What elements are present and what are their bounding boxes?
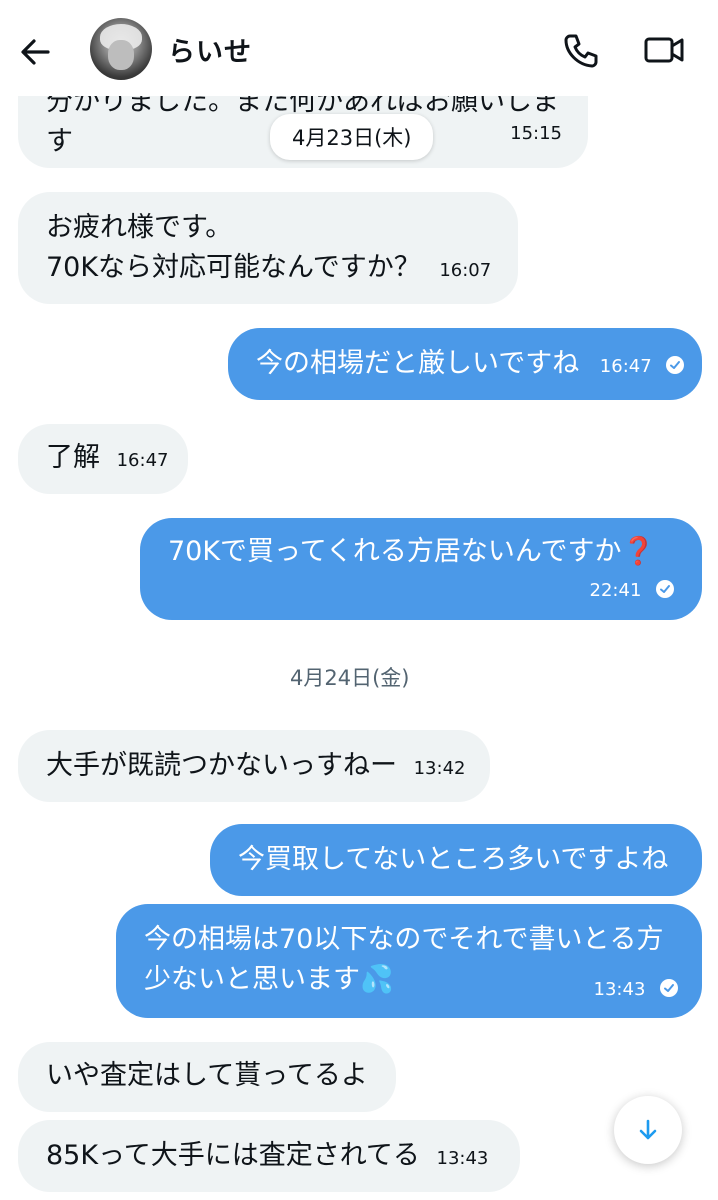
video-call-button[interactable] — [642, 28, 686, 72]
question-mark-emoji: ❓ — [621, 536, 656, 567]
message-time: 16:07 — [439, 260, 492, 281]
contact-name[interactable]: らいせ — [168, 30, 252, 69]
message-text: 少ないと思います — [144, 964, 360, 995]
message-incoming[interactable]: 了解 16:47 — [18, 424, 188, 494]
video-camera-icon — [644, 37, 684, 63]
arrow-down-icon — [639, 1119, 657, 1140]
message-time: 13:43 — [593, 979, 646, 1000]
call-button[interactable] — [558, 28, 602, 72]
message-outgoing[interactable]: 今買取してないところ多いですよね — [210, 824, 702, 896]
message-text: 70Kなら対応可能なんですか？ — [46, 252, 421, 283]
back-button[interactable] — [14, 30, 58, 74]
chat-header: らいせ — [0, 0, 718, 96]
message-time: 15:15 — [510, 123, 562, 144]
scroll-to-bottom-button[interactable] — [614, 1096, 682, 1164]
message-time: 16:47 — [116, 450, 169, 471]
message-text: 85Kって大手には査定されてる — [46, 1140, 420, 1171]
message-time: 13:43 — [436, 1148, 489, 1169]
message-text: 70Kで買ってくれる方居ないんですか — [168, 536, 622, 567]
message-outgoing[interactable]: 今の相場は70以下なのでそれで書いとる方 少ないと思います💦 13:43 — [116, 904, 702, 1018]
message-incoming[interactable]: 85Kって大手には査定されてる 13:43 — [18, 1120, 520, 1192]
phone-icon — [564, 34, 598, 68]
message-text: いや査定はして貰ってるよ — [46, 1060, 368, 1091]
message-incoming[interactable]: 大手が既読つかないっすねー 13:42 — [18, 730, 490, 802]
arrow-left-icon — [21, 39, 50, 65]
avatar[interactable] — [90, 18, 152, 80]
message-time: 13:42 — [413, 758, 466, 779]
message-text: お疲れ様です。 — [46, 212, 233, 243]
read-check-icon — [666, 355, 685, 374]
date-divider: 4月24日(金) — [290, 666, 410, 690]
message-text: 今買取してないところ多いですよね — [238, 844, 669, 875]
message-list[interactable]: 分かりました。また何かあればお願いしま す 15:15 4月23日(木) お疲れ… — [0, 0, 718, 1200]
sweat-droplets-emoji: 💦 — [360, 964, 394, 995]
message-outgoing[interactable]: 今の相場だと厳しいですね 16:47 — [228, 328, 702, 400]
message-time: 22:41 — [589, 580, 642, 601]
date-divider: 4月23日(木) — [270, 114, 434, 160]
message-incoming[interactable]: いや査定はして貰ってるよ — [18, 1042, 396, 1112]
read-check-icon — [656, 579, 674, 598]
message-incoming[interactable]: お疲れ様です。 70Kなら対応可能なんですか？ 16:07 — [18, 192, 518, 304]
message-text: 大手が既読つかないっすねー — [46, 750, 397, 781]
message-text: す — [46, 126, 73, 157]
message-outgoing[interactable]: 70Kで買ってくれる方居ないんですか❓ 22:41 — [140, 518, 702, 620]
message-text: 今の相場は70以下なのでそれで書いとる方 — [144, 924, 664, 955]
read-check-icon — [660, 978, 678, 997]
message-time: 16:47 — [599, 356, 652, 377]
message-text: 了解 — [46, 442, 100, 473]
message-text: 今の相場だと厳しいですね — [256, 348, 580, 379]
